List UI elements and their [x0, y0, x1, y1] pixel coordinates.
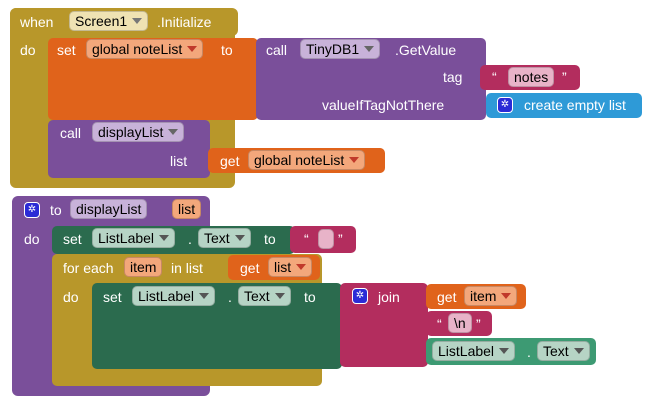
dot-label-3: .: [527, 344, 531, 360]
get-list-dropdown[interactable]: list: [268, 257, 313, 277]
get-label: get: [220, 153, 240, 169]
set-label-2: set: [63, 231, 82, 247]
to-label-3: to: [264, 231, 276, 247]
get-label-3: get: [437, 289, 457, 305]
tinydb-component-dropdown[interactable]: TinyDB1: [300, 39, 381, 59]
do-label: do: [20, 42, 36, 58]
gear-icon[interactable]: ✲: [24, 202, 40, 218]
component-dropdown-3[interactable]: ListLabel: [432, 341, 516, 361]
item-var-field[interactable]: item: [124, 257, 163, 277]
screen-component-dropdown[interactable]: Screen1: [69, 11, 149, 31]
get-item-dropdown[interactable]: item: [464, 286, 518, 306]
chevron-down-icon: [187, 46, 198, 52]
chevron-down-icon: [159, 235, 170, 241]
to-label-2: to: [50, 202, 62, 218]
call-label-2: call: [60, 125, 82, 141]
create-empty-list-label: create empty list: [524, 97, 626, 113]
join-label: join: [378, 289, 400, 305]
chevron-down-icon: [199, 293, 210, 299]
list-param-label: list: [170, 153, 188, 169]
param-list-field[interactable]: list: [172, 199, 202, 219]
chevron-down-icon: [499, 348, 510, 354]
for-each-label: for each: [63, 260, 114, 276]
method-label: .GetValue: [395, 42, 457, 58]
procedure-name-field[interactable]: displayList: [70, 199, 148, 219]
to-label: to: [221, 42, 233, 58]
dot-label: .: [188, 231, 192, 247]
gear-icon[interactable]: ✲: [497, 97, 513, 113]
quote-close-3: ”: [476, 316, 481, 332]
newline-text-field[interactable]: \n: [448, 313, 472, 333]
set-label-3: set: [103, 289, 122, 305]
quote-open-2: “: [304, 231, 309, 247]
in-list-label: in list: [171, 260, 203, 276]
property-dropdown-2[interactable]: Text: [238, 286, 291, 306]
chevron-down-icon: [573, 348, 584, 354]
quote-close: ”: [562, 69, 567, 85]
chevron-down-icon: [364, 46, 375, 52]
quote-close-2: ”: [338, 231, 343, 247]
chevron-down-icon: [501, 293, 512, 299]
chevron-down-icon: [132, 18, 143, 24]
chevron-down-icon: [168, 129, 179, 135]
dot-label-2: .: [228, 289, 232, 305]
event-name-label: .Initialize: [157, 14, 212, 30]
get-label-2: get: [240, 260, 260, 276]
chevron-down-icon: [234, 235, 245, 241]
empty-text-field[interactable]: [318, 229, 334, 249]
gear-icon[interactable]: ✲: [352, 288, 368, 304]
text-notes-field[interactable]: notes: [508, 67, 555, 87]
variable-dropdown[interactable]: global noteList: [86, 39, 204, 59]
call-label: call: [266, 42, 288, 58]
property-dropdown-3[interactable]: Text: [537, 341, 590, 361]
set-label: set: [57, 42, 76, 58]
chevron-down-icon: [349, 157, 360, 163]
quote-open-3: “: [437, 316, 442, 332]
tag-label: tag: [443, 69, 463, 85]
do-label-2: do: [24, 231, 40, 247]
valueiftagnotthere-label: valueIfTagNotThere: [322, 97, 445, 113]
chevron-down-icon: [274, 293, 285, 299]
get-variable-dropdown[interactable]: global noteList: [248, 150, 366, 170]
when-label: when: [20, 14, 54, 30]
component-dropdown[interactable]: ListLabel: [92, 228, 176, 248]
chevron-down-icon: [296, 264, 307, 270]
quote-open: “: [492, 69, 497, 85]
property-dropdown[interactable]: Text: [198, 228, 251, 248]
do-label-3: do: [63, 289, 79, 305]
component-dropdown-2[interactable]: ListLabel: [132, 286, 216, 306]
to-label-4: to: [304, 289, 316, 305]
procedure-dropdown[interactable]: displayList: [92, 122, 185, 142]
